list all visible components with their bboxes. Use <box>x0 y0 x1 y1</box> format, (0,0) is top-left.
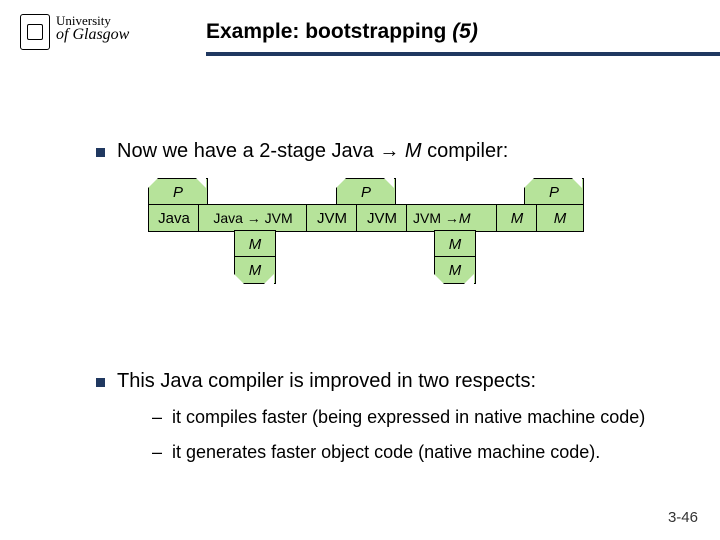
notch-p2-r <box>384 178 394 188</box>
java-to-jvm-box: Java → JVM <box>198 204 308 232</box>
sub-bullet-2: – it generates faster object code (nativ… <box>152 442 660 463</box>
logo-line2: of Glasgow <box>56 27 129 43</box>
java-box: Java <box>148 204 200 232</box>
logo-crest-icon <box>20 14 50 50</box>
bullet-1-text: Now we have a 2-stage Java → M compiler: <box>117 140 660 163</box>
jvm-to-m-label: JVM → <box>413 210 459 226</box>
notch-p3-l <box>524 178 534 188</box>
bullet-2: This Java compiler is improved in two re… <box>96 370 660 393</box>
jvm-box-1: JVM <box>306 204 358 232</box>
jvm-box-2: JVM <box>356 204 408 232</box>
b1-part-b: compiler: <box>422 140 509 162</box>
dash-icon: – <box>152 407 162 428</box>
logo-text: University of Glasgow <box>56 14 129 43</box>
title-underline <box>206 52 720 56</box>
page-number: 3-46 <box>668 509 698 526</box>
m-box-top: M <box>496 204 538 232</box>
notch-m2-br <box>464 274 474 284</box>
title-suffix: (5) <box>452 20 478 43</box>
m-stem-1a: M <box>234 230 276 258</box>
notch-p2-l <box>336 178 346 188</box>
bullet-square-icon <box>96 148 105 157</box>
jvm-to-m-box: JVM → M <box>406 204 504 232</box>
notch-p1-l <box>148 178 158 188</box>
t-diagram: P P P Java Java → JVM JVM JVM JVM → M M … <box>148 178 608 348</box>
sub-1-text: it compiles faster (being expressed in n… <box>172 407 660 428</box>
bullet-square-icon <box>96 378 105 387</box>
notch-m1-bl <box>234 274 244 284</box>
b1-m: M <box>405 140 422 162</box>
sub-2-text: it generates faster object code (native … <box>172 442 660 463</box>
body-area: Now we have a 2-stage Java → M compiler: <box>96 140 660 177</box>
bullet-1: Now we have a 2-stage Java → M compiler: <box>96 140 660 163</box>
sub-bullet-1: – it compiles faster (being expressed in… <box>152 407 660 428</box>
notch-m1-br <box>264 274 274 284</box>
title-prefix: Example: bootstrapping <box>206 20 452 43</box>
bullet-2-text: This Java compiler is improved in two re… <box>117 370 660 393</box>
body-area-2: This Java compiler is improved in two re… <box>96 370 660 477</box>
m-box-right: M <box>536 204 584 232</box>
jvm-to-m-m: M <box>459 210 471 226</box>
b1-part-a: Now we have a 2-stage Java → <box>117 140 405 162</box>
notch-p3-r <box>572 178 582 188</box>
dash-icon: – <box>152 442 162 463</box>
university-logo: University of Glasgow <box>20 14 129 50</box>
notch-m2-bl <box>434 274 444 284</box>
notch-p1-r <box>196 178 206 188</box>
m-stem-2a: M <box>434 230 476 258</box>
slide-title: Example: bootstrapping (5) <box>206 20 478 44</box>
